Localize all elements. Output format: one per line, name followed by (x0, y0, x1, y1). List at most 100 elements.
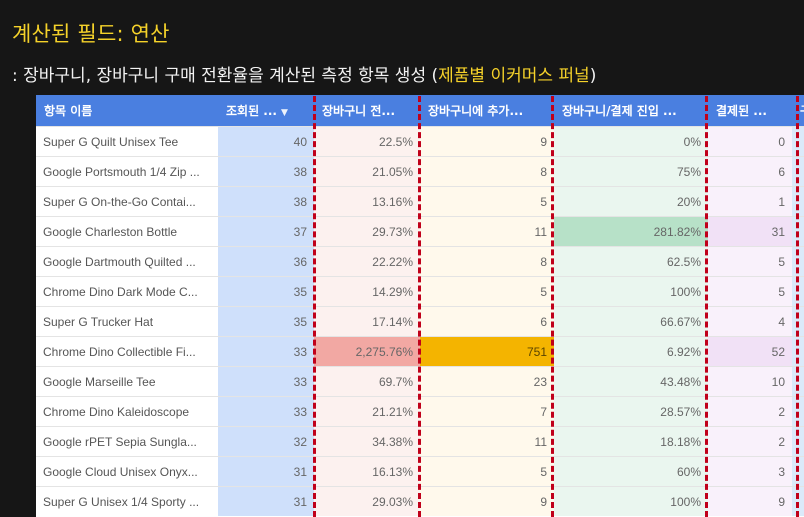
table-row[interactable]: Chrome Dino Kaleidoscope 33 21.21% 7 28.57% 2 (36, 396, 804, 427)
table-header-row: 항목 이름 조회된 ... ▼ 장바구니 전... 장바구니에 추가... 장바구… (36, 95, 804, 127)
column-header-purchased[interactable]: 결제된 ... (708, 95, 792, 127)
metric-cell: 5 (420, 276, 554, 307)
report-table-container: 항목 이름 조회된 ... ▼ 장바구니 전... 장바구니에 추가... 장바구… (36, 95, 804, 517)
column-header-item-name[interactable]: 항목 이름 (36, 95, 218, 127)
item-name-cell: Google Portsmouth 1/4 Zip ... (36, 156, 218, 187)
metric-cell: 38 (218, 156, 314, 187)
metric-cell: 29.73% (314, 216, 420, 247)
metric-cell: 21.21% (314, 396, 420, 427)
metric-cell: 33 (218, 396, 314, 427)
metric-cell: 9 (420, 126, 554, 157)
metric-cell (792, 486, 804, 516)
table-row[interactable]: Super G Quilt Unisex Tee 40 22.5% 9 0% 0 (36, 126, 804, 157)
table-row[interactable]: Google Cloud Unisex Onyx... 31 16.13% 5 60% 3 (36, 456, 804, 487)
metric-cell: 6.92% (554, 336, 708, 367)
metric-cell: 34.38% (314, 426, 420, 457)
metric-cell: 21.05% (314, 156, 420, 187)
metric-cell: 75% (554, 156, 708, 187)
metric-cell: 13.16% (314, 186, 420, 217)
metric-cell (792, 156, 804, 187)
metric-cell: 10 (708, 366, 792, 397)
metric-cell: 35 (218, 276, 314, 307)
item-name-cell: Super G Quilt Unisex Tee (36, 126, 218, 157)
column-header-checkout-rate[interactable]: 장바구니/결제 진입 ... (554, 95, 708, 127)
metric-cell: 38 (218, 186, 314, 217)
table-row[interactable]: Chrome Dino Collectible Fi... 33 2,275.76%… (36, 336, 804, 367)
metric-cell (792, 366, 804, 397)
subtitle-prefix: : 장바구니, 장바구니 구매 전환율을 계산된 측정 항목 생성 ( (12, 66, 439, 86)
column-header-add-to-cart[interactable]: 장바구니에 추가... (420, 95, 554, 127)
table-row[interactable]: Google Charleston Bottle 37 29.73% 11 281.82… (36, 216, 804, 247)
table-row[interactable]: Super G On-the-Go Contai... 38 13.16% 5 20% 1 (36, 186, 804, 217)
item-name-cell: Super G Trucker Hat (36, 306, 218, 337)
table-row[interactable]: Google Marseille Tee 33 69.7% 23 43.48% 10 (36, 366, 804, 397)
item-name-cell: Google rPET Sepia Sungla... (36, 426, 218, 457)
sort-descending-icon[interactable]: ▼ (281, 108, 288, 118)
metric-cell: 31 (218, 456, 314, 487)
metric-cell: 3 (708, 456, 792, 487)
metric-cell (792, 186, 804, 217)
metric-cell (792, 126, 804, 157)
metric-cell: 37 (218, 216, 314, 247)
metric-cell: 5 (420, 186, 554, 217)
item-name-cell: Super G Unisex 1/4 Sporty ... (36, 486, 218, 516)
metric-cell: 11 (420, 216, 554, 247)
metric-cell (792, 216, 804, 247)
metric-cell: 35 (218, 306, 314, 337)
metric-cell: 52 (708, 336, 792, 367)
metric-cell: 28.57% (554, 396, 708, 427)
metric-cell (792, 426, 804, 457)
metric-cell: 69.7% (314, 366, 420, 397)
column-header-views[interactable]: 조회된 ... ▼ (218, 95, 314, 127)
metric-cell: 5 (708, 246, 792, 277)
metric-cell: 36 (218, 246, 314, 277)
subtitle-highlight: 제품별 이커머스 퍼널 (438, 66, 590, 86)
metric-cell (792, 246, 804, 277)
metric-cell: 60% (554, 456, 708, 487)
table-row[interactable]: Google Dartmouth Quilted ... 36 22.22% 8 62.… (36, 246, 804, 277)
metric-cell: 20% (554, 186, 708, 217)
metric-cell: 4 (708, 306, 792, 337)
metric-cell: 7 (420, 396, 554, 427)
report-table: 항목 이름 조회된 ... ▼ 장바구니 전... 장바구니에 추가... 장바구… (36, 95, 804, 516)
metric-cell: 100% (554, 486, 708, 516)
subtitle-suffix: ) (589, 66, 597, 86)
metric-cell (792, 306, 804, 337)
metric-cell: 17.14% (314, 306, 420, 337)
metric-cell: 31 (218, 486, 314, 516)
slide-subtitle: : 장바구니, 장바구니 구매 전환율을 계산된 측정 항목 생성 (제품별 이… (12, 61, 596, 86)
metric-cell: 43.48% (554, 366, 708, 397)
metric-cell: 0% (554, 126, 708, 157)
slide-title: 계산된 필드: 연산 (12, 22, 170, 46)
table-row[interactable]: Super G Unisex 1/4 Sporty ... 31 29.03% 9 10… (36, 486, 804, 516)
metric-cell: 16.13% (314, 456, 420, 487)
metric-cell: 5 (708, 276, 792, 307)
item-name-cell: Google Marseille Tee (36, 366, 218, 397)
metric-cell: 2 (708, 396, 792, 427)
metric-cell: 100% (554, 276, 708, 307)
table-row[interactable]: Google Portsmouth 1/4 Zip ... 38 21.05% 8 75… (36, 156, 804, 187)
metric-cell: 23 (420, 366, 554, 397)
metric-cell: 2,275.76% (314, 336, 420, 367)
metric-cell: 22.5% (314, 126, 420, 157)
metric-cell: 40 (218, 126, 314, 157)
metric-cell: 1 (708, 186, 792, 217)
metric-cell: 2 (708, 426, 792, 457)
metric-cell: 9 (420, 486, 554, 516)
table-row[interactable]: Google rPET Sepia Sungla... 32 34.38% 11 18.… (36, 426, 804, 457)
item-name-cell: Super G On-the-Go Contai... (36, 186, 218, 217)
metric-cell: 62.5% (554, 246, 708, 277)
metric-cell: 33 (218, 366, 314, 397)
item-name-cell: Google Cloud Unisex Onyx... (36, 456, 218, 487)
metric-cell: 9 (708, 486, 792, 516)
column-header-next[interactable]: 구 (792, 95, 804, 127)
metric-cell (792, 336, 804, 367)
metric-cell: 31 (708, 216, 792, 247)
metric-cell: 29.03% (314, 486, 420, 516)
metric-cell: 0 (708, 126, 792, 157)
table-row[interactable]: Chrome Dino Dark Mode C... 35 14.29% 5 100% 5 (36, 276, 804, 307)
metric-cell: 66.67% (554, 306, 708, 337)
table-row[interactable]: Super G Trucker Hat 35 17.14% 6 66.67% 4 (36, 306, 804, 337)
item-name-cell: Google Charleston Bottle (36, 216, 218, 247)
column-header-cart-rate[interactable]: 장바구니 전... (314, 95, 420, 127)
